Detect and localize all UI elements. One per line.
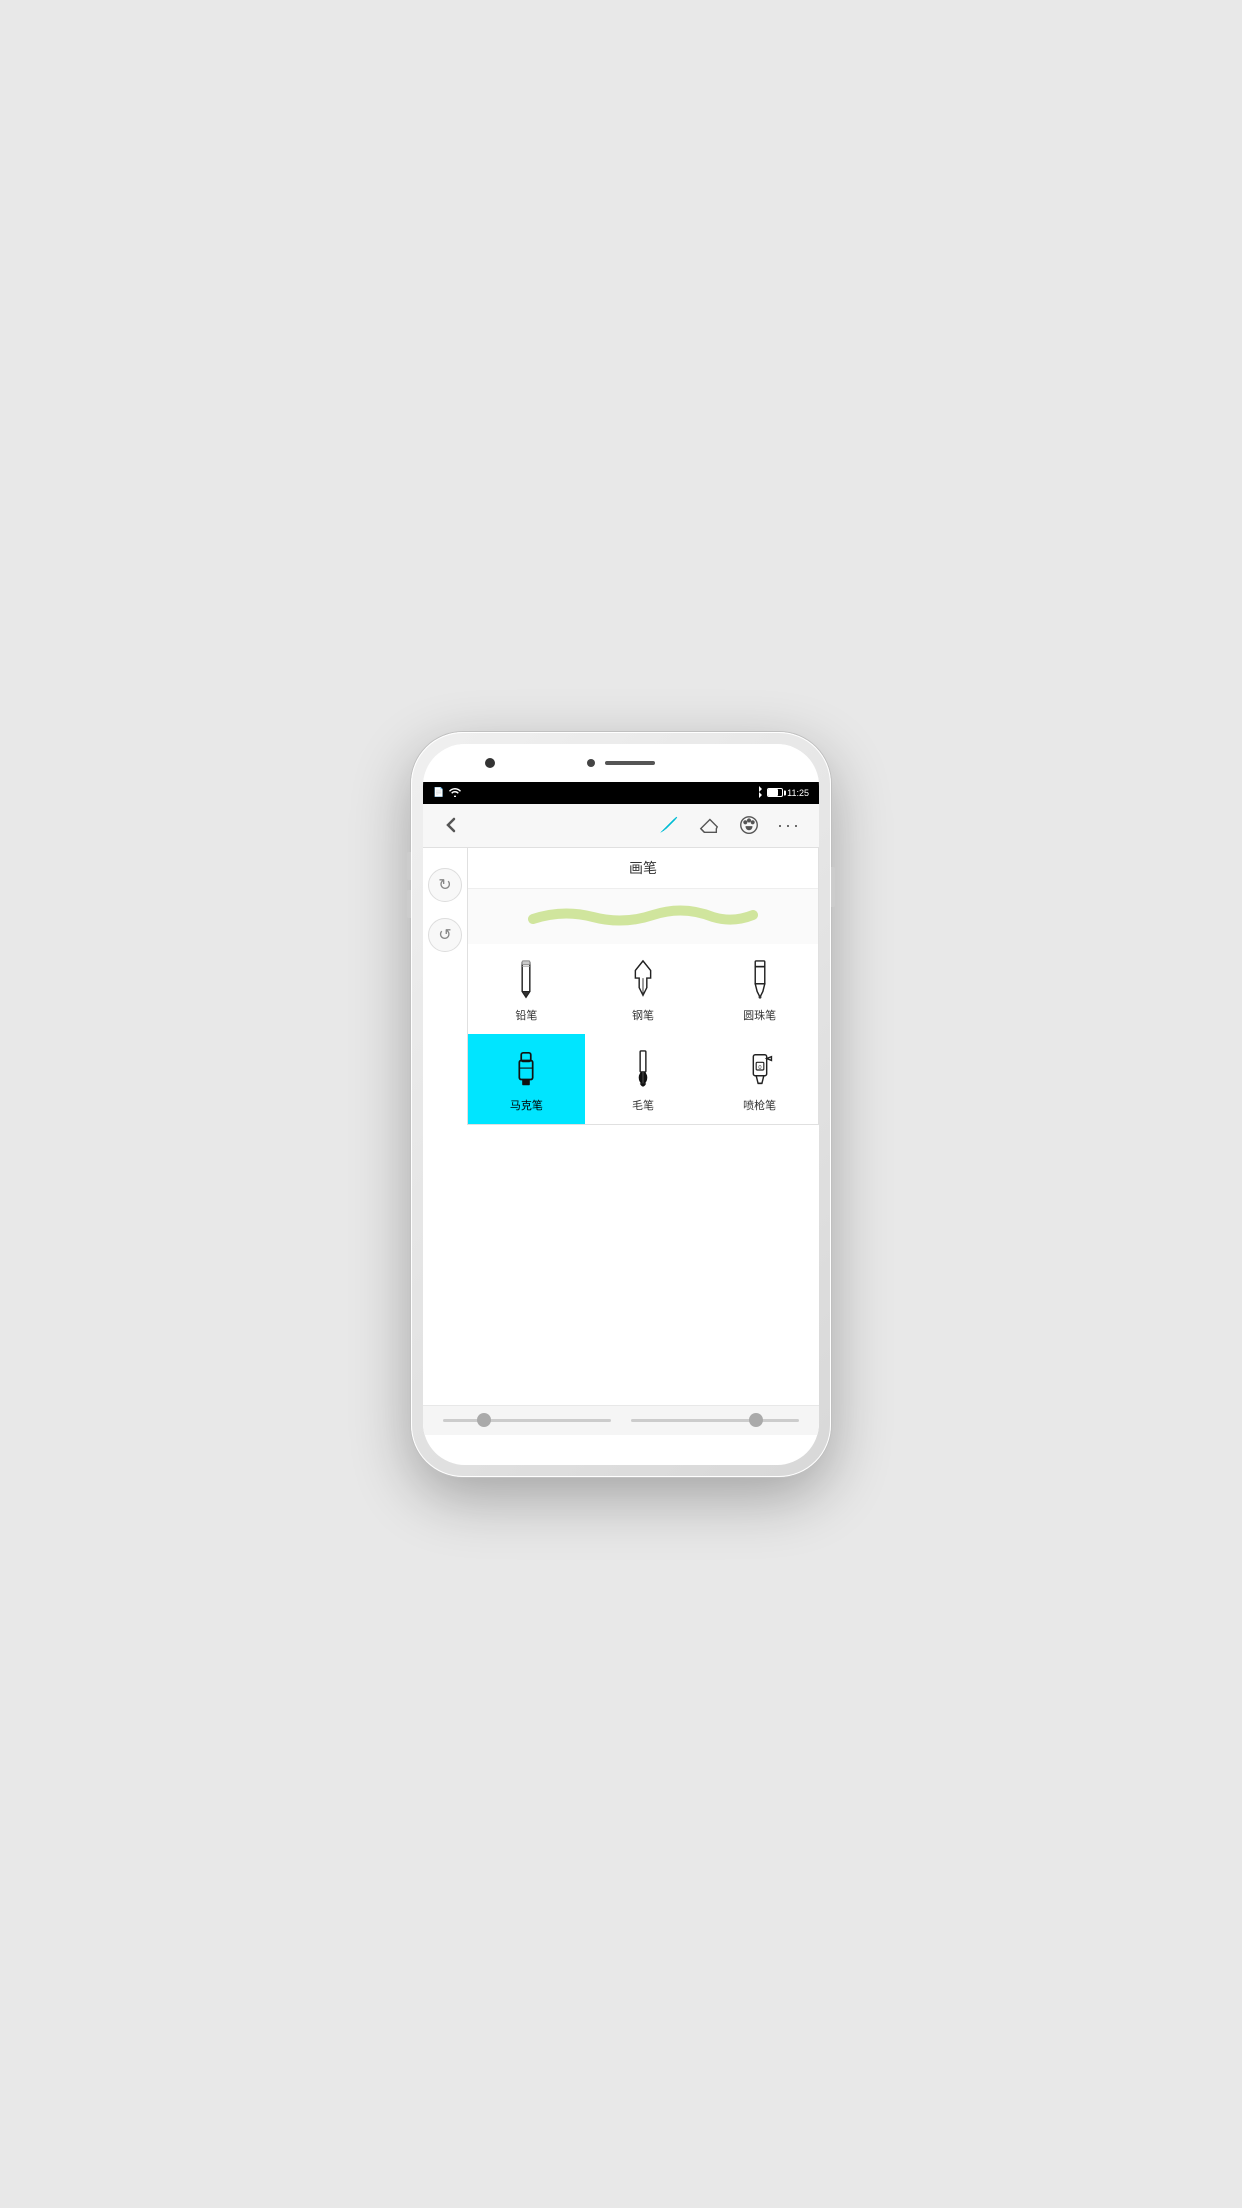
more-dots-icon: ··· (777, 815, 801, 836)
brush-grid: 铅笔 (468, 944, 818, 1124)
brush-label-brush: 毛笔 (632, 1097, 654, 1113)
camera-dot (587, 759, 595, 767)
brush-item-marker[interactable]: 马克笔 (468, 1034, 585, 1124)
undo-icon: ↺ (438, 925, 451, 945)
brush-item-pencil[interactable]: 铅笔 (468, 944, 585, 1034)
battery-fill (768, 789, 778, 796)
phone-top-bar (423, 744, 819, 782)
left-sidebar: ↻ ↺ (423, 848, 467, 1405)
bluetooth-icon (755, 786, 763, 800)
slider-left-thumb[interactable] (477, 1413, 491, 1427)
status-bar: 📄 (423, 782, 819, 804)
brush-label-ballpen: 圆珠笔 (743, 1007, 776, 1023)
brush-item-pen[interactable]: 钢笔 (585, 944, 702, 1034)
front-camera (485, 758, 495, 768)
redo-button[interactable]: ↻ (428, 868, 462, 902)
battery-icon (767, 788, 783, 797)
power-button[interactable] (831, 867, 835, 907)
svg-text:0: 0 (758, 1065, 761, 1071)
volume-down-button[interactable] (407, 890, 411, 918)
status-time: 11:25 (787, 788, 809, 798)
brush-label-spray: 喷枪笔 (743, 1097, 776, 1113)
slider-right[interactable] (631, 1419, 799, 1422)
speaker-bar (605, 761, 655, 765)
volume-up-button[interactable] (407, 852, 411, 880)
back-button[interactable] (435, 809, 467, 841)
color-palette-button[interactable] (731, 807, 767, 843)
status-left: 📄 (433, 787, 462, 799)
brush-tool-button[interactable] (651, 807, 687, 843)
phone-frame: 📄 (411, 732, 831, 1477)
brush-label-pen: 钢笔 (632, 1007, 654, 1023)
phone-screen: 📄 (423, 744, 819, 1465)
slider-left[interactable] (443, 1419, 611, 1422)
wifi-icon (448, 787, 462, 799)
eraser-tool-button[interactable] (691, 807, 727, 843)
brush-item-brush[interactable]: 毛笔 (585, 1034, 702, 1124)
brush-label-marker: 马克笔 (510, 1097, 543, 1113)
brush-item-ballpen[interactable]: 圆珠笔 (701, 944, 818, 1034)
toolbar: ··· (423, 804, 819, 848)
main-content: ↻ ↺ 画笔 (423, 848, 819, 1405)
redo-icon: ↻ (438, 875, 451, 895)
canvas-area: 画笔 (467, 848, 819, 1405)
brush-item-spray[interactable]: 0 喷枪笔 (701, 1034, 818, 1124)
brush-panel-title: 画笔 (468, 848, 818, 889)
brush-stroke-preview (468, 889, 818, 944)
slider-right-thumb[interactable] (749, 1413, 763, 1427)
document-icon: 📄 (433, 787, 444, 798)
brush-label-pencil: 铅笔 (515, 1007, 537, 1023)
app-screen: ··· ↻ ↺ 画笔 (423, 804, 819, 1435)
brush-panel: 画笔 (467, 848, 819, 1125)
status-right: 11:25 (755, 786, 809, 800)
more-options-button[interactable]: ··· (771, 807, 807, 843)
bottom-slider-bar (423, 1405, 819, 1435)
undo-button[interactable]: ↺ (428, 918, 462, 952)
